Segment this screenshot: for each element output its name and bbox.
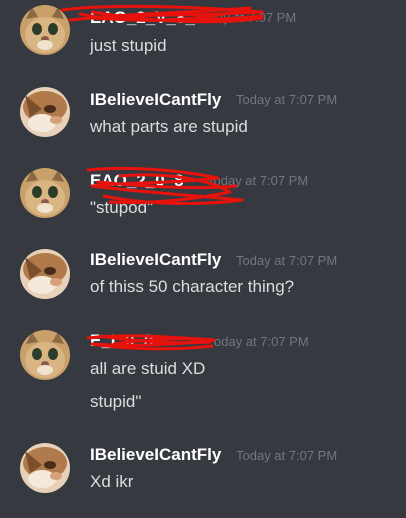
username[interactable]: EAO_2_V_8_	[90, 8, 195, 28]
timestamp: oday at 7:07 PM	[214, 334, 309, 349]
timestamp: Today at 7:07 PM	[236, 92, 338, 107]
message-3: EAO_2_0_8_ Today at 7:07 PM "stupod"	[0, 160, 406, 240]
message-text: what parts are stupid	[90, 117, 248, 136]
timestamp: Today at 7:07 PM	[195, 10, 297, 25]
message-text: "stupod"	[90, 198, 154, 217]
message-text: Xd ikr	[90, 472, 134, 491]
user-avatar[interactable]	[20, 443, 70, 493]
message-text: all are stuid XD	[90, 359, 206, 378]
user-avatar[interactable]	[20, 249, 70, 299]
message-6: IBelieveICantFly Today at 7:07 PM Xd ikr	[0, 430, 406, 518]
cat-avatar-icon	[20, 330, 70, 380]
message-2: IBelieveICantFly Today at 7:07 PM what p…	[0, 80, 406, 160]
timestamp: Today at 7:07 PM	[236, 253, 338, 268]
username[interactable]: EAO_2_0_8_	[90, 171, 193, 191]
user-avatar[interactable]	[20, 87, 70, 137]
cat-avatar-icon	[20, 249, 70, 299]
message-1: EAO_2_V_8_ Today at 7:07 PM just stupid	[0, 0, 406, 80]
message-5: E_I_0_8 oday at 7:07 PM all are stuid XD…	[0, 320, 406, 430]
cat-avatar-icon	[20, 443, 70, 493]
username[interactable]: IBelieveICantFly	[90, 445, 221, 465]
message-text: stupid"	[90, 392, 142, 411]
username[interactable]: IBelieveICantFly	[90, 250, 221, 270]
user-avatar[interactable]	[20, 5, 70, 55]
user-avatar[interactable]	[20, 168, 70, 218]
user-avatar[interactable]	[20, 330, 70, 380]
username[interactable]: IBelieveICantFly	[90, 90, 221, 110]
username[interactable]: E_I_0_8	[90, 331, 153, 351]
timestamp: Today at 7:07 PM	[207, 173, 309, 188]
cat-avatar-icon	[20, 87, 70, 137]
message-text: of thiss 50 character thing?	[90, 277, 295, 296]
message-4: IBelieveICantFly Today at 7:07 PM of thi…	[0, 240, 406, 320]
cat-avatar-icon	[20, 5, 70, 55]
message-text: just stupid	[90, 36, 167, 55]
cat-avatar-icon	[20, 168, 70, 218]
timestamp: Today at 7:07 PM	[236, 448, 338, 463]
